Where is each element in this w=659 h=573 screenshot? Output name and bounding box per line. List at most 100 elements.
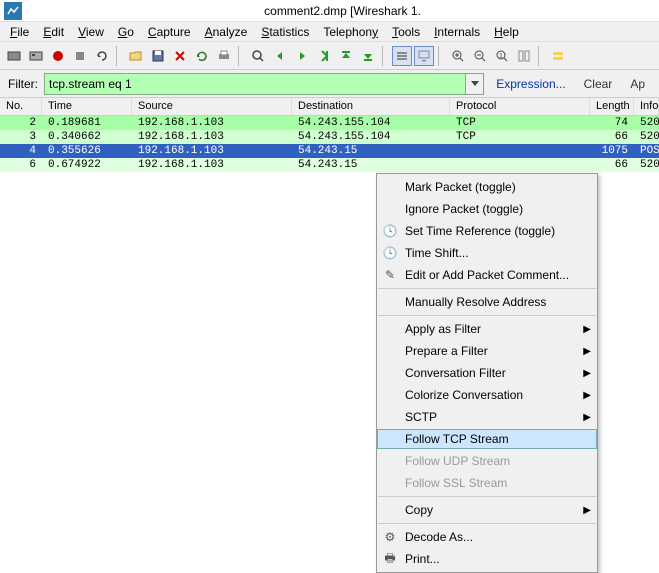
ctx-label: Conversation Filter bbox=[405, 366, 506, 380]
cell: 0.355626 bbox=[42, 145, 132, 157]
go-last-icon[interactable] bbox=[358, 46, 378, 66]
ctx-prepare-filter[interactable]: Prepare a Filter▶ bbox=[377, 340, 597, 362]
find-icon[interactable] bbox=[248, 46, 268, 66]
menu-analyze[interactable]: Analyze bbox=[199, 23, 254, 41]
col-time[interactable]: Time bbox=[42, 98, 132, 115]
save-file-icon[interactable] bbox=[148, 46, 168, 66]
packet-table-body: 20.189681192.168.1.10354.243.155.104TCP7… bbox=[0, 116, 659, 172]
go-forward-icon[interactable] bbox=[292, 46, 312, 66]
open-file-icon[interactable] bbox=[126, 46, 146, 66]
toolbar-separator bbox=[382, 46, 388, 66]
filter-label: Filter: bbox=[8, 77, 38, 91]
menu-edit[interactable]: Edit bbox=[37, 23, 70, 41]
menu-capture[interactable]: Capture bbox=[142, 23, 197, 41]
decode-icon: ⚙ bbox=[381, 530, 399, 544]
table-row[interactable]: 20.189681192.168.1.10354.243.155.104TCP7… bbox=[0, 116, 659, 130]
capture-options-icon[interactable] bbox=[26, 46, 46, 66]
cell: 54.243.15 bbox=[292, 159, 450, 171]
filter-bar: Filter: Expression... Clear Ap bbox=[0, 70, 659, 98]
menu-statistics[interactable]: Statistics bbox=[255, 23, 315, 41]
menu-internals[interactable]: Internals bbox=[428, 23, 486, 41]
menu-help[interactable]: Help bbox=[488, 23, 525, 41]
close-file-icon[interactable] bbox=[170, 46, 190, 66]
ctx-follow-tcp-stream[interactable]: Follow TCP Stream bbox=[377, 429, 597, 449]
ctx-ignore-packet[interactable]: Ignore Packet (toggle) bbox=[377, 198, 597, 220]
capture-stop-icon[interactable] bbox=[70, 46, 90, 66]
cell: POS bbox=[634, 145, 659, 157]
table-row[interactable]: 30.340662192.168.1.10354.243.155.104TCP6… bbox=[0, 130, 659, 144]
ctx-sctp[interactable]: SCTP▶ bbox=[377, 406, 597, 428]
ctx-mark-packet[interactable]: Mark Packet (toggle) bbox=[377, 176, 597, 198]
cell: 520 bbox=[634, 131, 659, 143]
col-destination[interactable]: Destination bbox=[292, 98, 450, 115]
submenu-arrow-icon: ▶ bbox=[583, 346, 591, 357]
filter-clear-button[interactable]: Clear bbox=[578, 77, 619, 91]
ctx-label: Follow TCP Stream bbox=[405, 432, 509, 446]
resize-columns-icon[interactable] bbox=[514, 46, 534, 66]
filter-input[interactable] bbox=[44, 73, 466, 95]
go-back-icon[interactable] bbox=[270, 46, 290, 66]
cell: 1075 bbox=[590, 145, 634, 157]
menu-file[interactable]: File bbox=[4, 23, 35, 41]
ctx-edit-packet-comment[interactable]: ✎ Edit or Add Packet Comment... bbox=[377, 264, 597, 286]
capture-start-icon[interactable] bbox=[48, 46, 68, 66]
menu-tools[interactable]: Tools bbox=[386, 23, 426, 41]
ctx-label: SCTP bbox=[405, 410, 437, 424]
ctx-separator bbox=[378, 523, 596, 524]
ctx-print[interactable]: 🖶Print... bbox=[377, 548, 597, 570]
filter-dropdown-icon[interactable] bbox=[466, 73, 484, 95]
menu-view[interactable]: View bbox=[72, 23, 110, 41]
cell: 54.243.155.104 bbox=[292, 117, 450, 129]
cell: 520 bbox=[634, 159, 659, 171]
capture-restart-icon[interactable] bbox=[92, 46, 112, 66]
cell: 54.243.15 bbox=[292, 145, 450, 157]
ctx-label: Edit or Add Packet Comment... bbox=[405, 268, 569, 282]
ctx-follow-ssl-stream: Follow SSL Stream bbox=[377, 472, 597, 494]
ctx-apply-as-filter[interactable]: Apply as Filter▶ bbox=[377, 318, 597, 340]
cell: 192.168.1.103 bbox=[132, 131, 292, 143]
colorize-icon[interactable] bbox=[392, 46, 412, 66]
ctx-manually-resolve[interactable]: Manually Resolve Address bbox=[377, 291, 597, 313]
capture-filters-icon[interactable] bbox=[548, 46, 568, 66]
edit-icon: ✎ bbox=[381, 268, 399, 282]
cell: 520 bbox=[634, 117, 659, 129]
col-source[interactable]: Source bbox=[132, 98, 292, 115]
ctx-label: Follow SSL Stream bbox=[405, 476, 507, 490]
title-bar: comment2.dmp [Wireshark 1. bbox=[0, 0, 659, 22]
cell: 3 bbox=[0, 131, 42, 143]
col-no[interactable]: No. bbox=[0, 98, 42, 115]
submenu-arrow-icon: ▶ bbox=[583, 324, 591, 335]
ctx-label: Decode As... bbox=[405, 530, 473, 544]
table-row[interactable]: 40.355626192.168.1.10354.243.151075POS bbox=[0, 144, 659, 158]
filter-expression-button[interactable]: Expression... bbox=[490, 77, 571, 91]
go-first-icon[interactable] bbox=[336, 46, 356, 66]
capture-interfaces-icon[interactable] bbox=[4, 46, 24, 66]
ctx-copy[interactable]: Copy▶ bbox=[377, 499, 597, 521]
cell: 66 bbox=[590, 131, 634, 143]
ctx-conversation-filter[interactable]: Conversation Filter▶ bbox=[377, 362, 597, 384]
ctx-set-time-reference[interactable]: 🕓Set Time Reference (toggle) bbox=[377, 220, 597, 242]
menu-telephony[interactable]: Telephony bbox=[317, 23, 384, 41]
print-icon[interactable] bbox=[214, 46, 234, 66]
zoom-out-icon[interactable] bbox=[470, 46, 490, 66]
filter-apply-button[interactable]: Ap bbox=[624, 77, 651, 91]
ctx-colorize-conversation[interactable]: Colorize Conversation▶ bbox=[377, 384, 597, 406]
ctx-decode-as[interactable]: ⚙ Decode As... bbox=[377, 526, 597, 548]
menu-bar: File Edit View Go Capture Analyze Statis… bbox=[0, 22, 659, 42]
cell: 54.243.155.104 bbox=[292, 131, 450, 143]
menu-go[interactable]: Go bbox=[112, 23, 140, 41]
ctx-label: Manually Resolve Address bbox=[405, 295, 546, 309]
cell: 192.168.1.103 bbox=[132, 145, 292, 157]
ctx-time-shift[interactable]: 🕓Time Shift... bbox=[377, 242, 597, 264]
go-to-packet-icon[interactable] bbox=[314, 46, 334, 66]
zoom-in-icon[interactable] bbox=[448, 46, 468, 66]
app-icon bbox=[4, 2, 22, 20]
reload-icon[interactable] bbox=[192, 46, 212, 66]
col-info[interactable]: Info bbox=[634, 98, 659, 115]
col-length[interactable]: Length bbox=[590, 98, 634, 115]
zoom-reset-icon[interactable]: 1 bbox=[492, 46, 512, 66]
ctx-label: Copy bbox=[405, 503, 433, 517]
auto-scroll-icon[interactable] bbox=[414, 46, 434, 66]
table-row[interactable]: 60.674922192.168.1.10354.243.1566520 bbox=[0, 158, 659, 172]
col-protocol[interactable]: Protocol bbox=[450, 98, 590, 115]
